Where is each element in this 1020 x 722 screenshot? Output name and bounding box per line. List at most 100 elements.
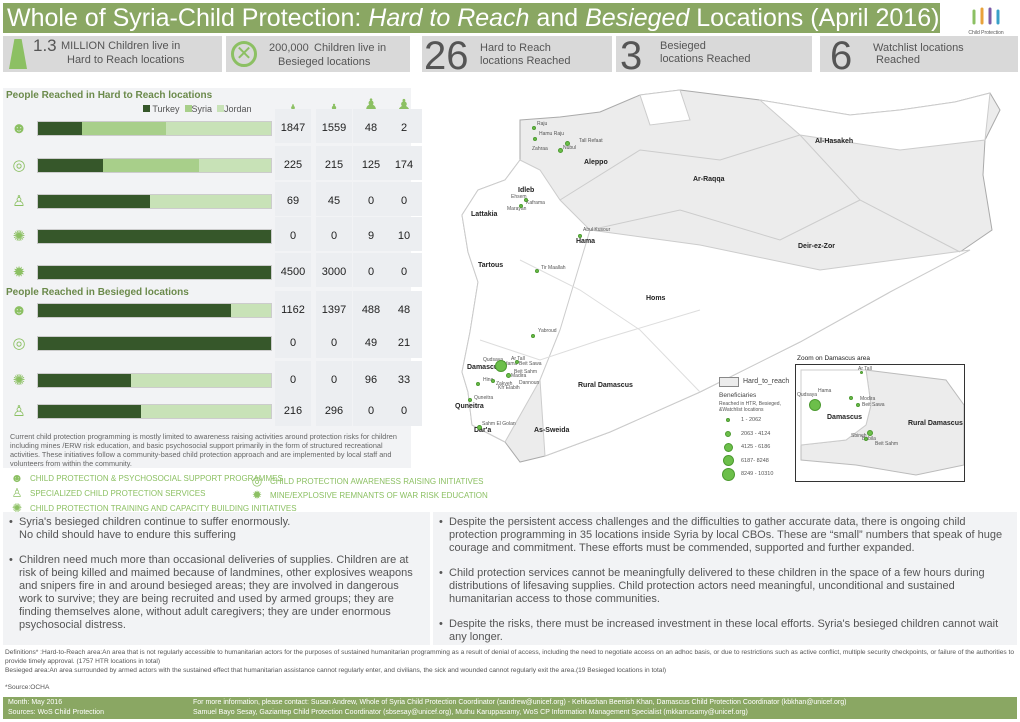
inset-label: Hama [818,388,832,394]
stat-value: 26 [424,34,469,78]
title-htr: Hard to Reach [368,4,530,32]
location-label: Beit Sawa [519,361,542,367]
stacked-bar [37,265,272,280]
legend-turkey: Turkey [143,104,180,114]
bar-segment-turkey [38,159,104,172]
count-value: 0 [289,374,297,386]
size-legend-dot [726,418,730,422]
stat-label: Besieged [660,40,706,52]
location-label: Nubul [563,145,577,151]
specialized-icon: ♙ [12,193,26,210]
stat-label: Besieged locations [278,56,371,68]
bullet-item: • Children need much more than occasional… [9,554,424,632]
governorate-label: Ar-Raqqa [693,176,725,183]
count-value: 10 [397,230,411,242]
inset-label: Qudsaya [797,392,818,398]
bar-segment-turkey [38,405,141,418]
inset-label: Rural Damascus [908,420,963,427]
stat-value: 200,000 [269,42,309,54]
size-legend-label: 8249 - 10310 [741,471,774,477]
bullet-marker: • [9,554,13,566]
location-label: Kaframa [526,200,545,206]
governorate-label: Deir-ez-Zor [798,243,835,250]
stacked-bar [37,158,272,173]
bullets-left-panel: • Syria's besieged children continue to s… [3,512,430,645]
htr-definition: Definitions* :Hard-to-Reach area:An area… [5,649,1015,665]
beneficiary-dot [532,126,536,130]
beneficiary-dot [859,370,863,374]
count-value: 215 [324,159,344,171]
beneficiary-dot [564,140,570,146]
count-value: 0 [330,337,338,349]
governorate-label: Idleb [518,187,535,194]
count-value: 48 [397,304,411,316]
stat-label: Watchlist locations [873,42,964,54]
stat-label: Hard to Reach [480,42,551,54]
count-value: 216 [283,405,303,417]
stat-value: 3 [620,34,643,78]
size-legend-label: 2063 - 4124 [741,430,771,437]
bullets-right-panel: • Despite the persistent access challenge… [433,512,1017,645]
bullet-text: Children need much more than occasional … [19,554,413,631]
beneficiary-dot [495,360,507,372]
stacked-bar [37,194,272,209]
mine-icon: ✹ [12,264,26,281]
inset-label: Damascus [827,414,863,421]
stacked-bar [37,303,272,318]
governorate-label: Al-Hasakeh [815,138,854,145]
beneficiary-dot [856,403,860,407]
bar-segment-turkey [38,230,271,243]
governorate-label: As-Sweida [534,427,570,434]
bar-segment-jordan [131,374,271,387]
bullet-text: Despite the persistent access challenges… [449,516,1003,554]
beneficiary-dot [491,379,495,383]
bar-segment-turkey [38,337,271,350]
count-value: 125 [361,159,381,171]
bar-segment-turkey [38,195,150,208]
beneficiary-dot [515,360,519,364]
bar-segment-turkey [38,266,271,279]
title-besieged: Besieged [585,4,690,32]
bar-segment-syria [82,122,167,135]
beneficiary-dot [864,437,868,441]
legend-syria: Syria [184,104,212,114]
stat-htr-reached: 26 Hard to Reach locations Reached [422,36,612,76]
governorate-label: Homs [646,295,666,302]
beneficiaries-legend-title: Beneficiaries [719,392,757,399]
footer-month: Month: May 2016 [8,699,63,706]
footer: Month: May 2016 Sources: WoS Child Prote… [3,697,1017,719]
stacked-bar [37,229,272,244]
definitions: Definitions* :Hard-to-Reach area:An area… [5,648,1015,692]
count-value: 488 [361,304,381,316]
mine-icon: ✹ [251,488,263,502]
size-legend-dot [725,430,731,437]
location-label: Marayan [507,206,527,212]
beneficiary-dot [557,147,563,153]
page-title: Whole of Syria-Child Protection: Hard to… [3,3,940,33]
legend-item: SPECIALIZED CHILD PROTECTION SERVICES [30,489,206,498]
bullet-item: • Child protection services cannot be mea… [439,567,1011,606]
lightbulb-icon: ✺ [12,228,26,245]
beneficiary-dot [468,398,472,402]
stat-besieged-children: ✕ 200,000 Children live in Besieged loca… [226,36,410,72]
bar-segment-jordan [198,159,271,172]
htr-legend-swatch [719,377,739,387]
title-text: Locations (April 2016) [689,4,940,32]
legend-label: Turkey [152,104,180,114]
size-legend-label: 6187- 8248 [741,457,769,464]
besieged-definition: Besieged area:An area surrounded by arme… [5,667,667,674]
bullet-marker: • [9,516,13,528]
count-value: 49 [364,337,378,349]
count-value: 69 [286,195,300,207]
htr-legend-label: Hard_to_reach [743,378,790,385]
count-value: 1162 [281,304,305,316]
stat-label: MILLION Children live in [61,40,181,52]
bullet-marker: • [439,618,443,630]
legend-item: CHILD PROTECTION & PSYCHOSOCIAL SUPPORT … [30,474,283,483]
count-value: 0 [367,266,375,278]
location-label: Hamu Raju [539,131,565,137]
location-label: Abul Kusour [583,227,611,233]
bar-segment-jordan [140,405,271,418]
bullet-text: Syria's besieged children continue to su… [19,516,291,541]
stat-watchlist-reached: 6 Watchlist locations Reached [820,36,1018,76]
